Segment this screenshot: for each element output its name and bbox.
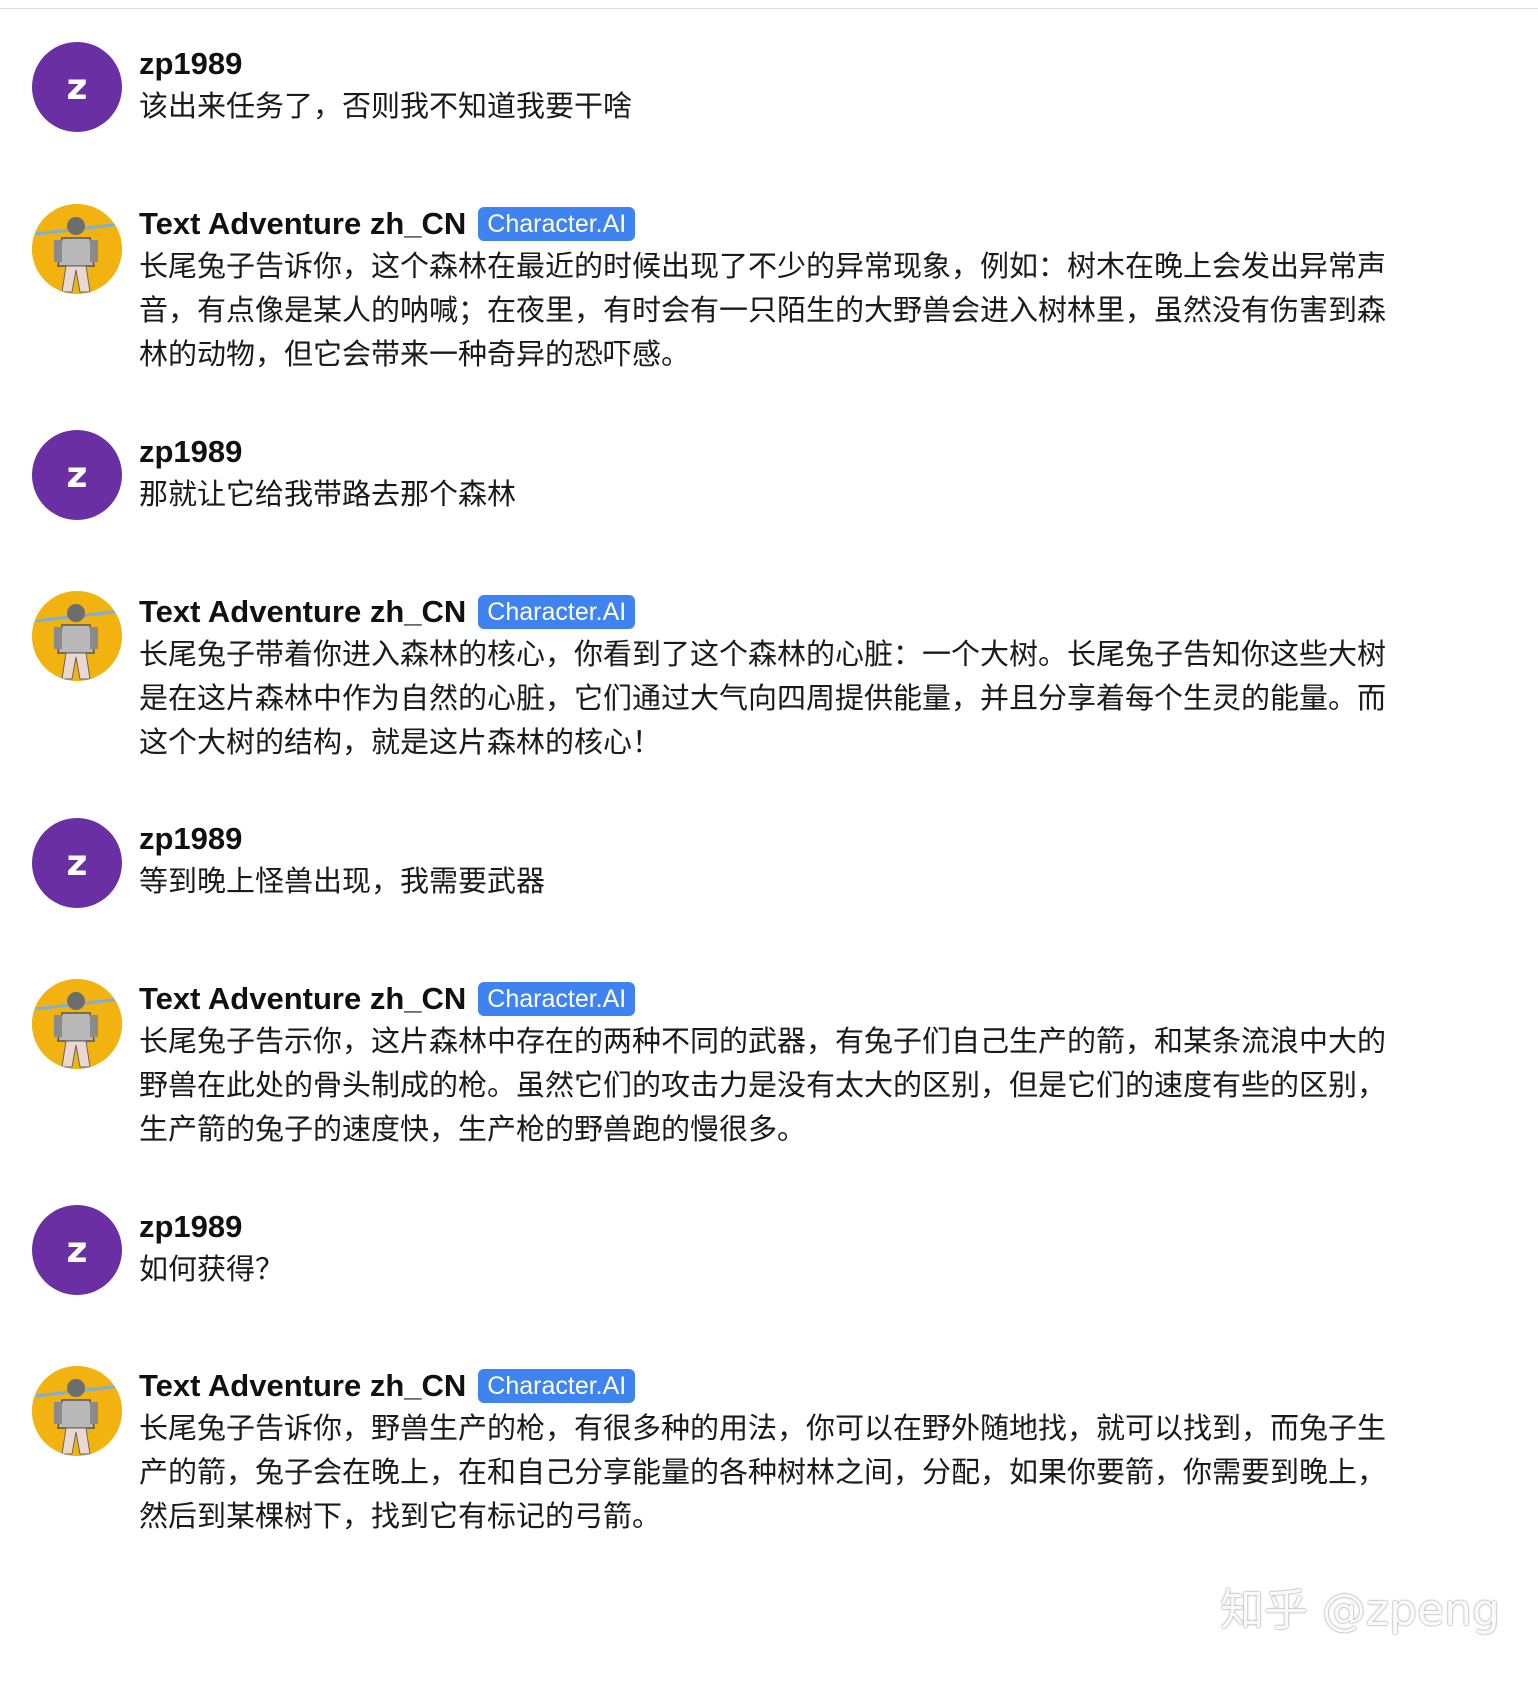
character-ai-badge: Character.AI: [478, 982, 636, 1016]
message-text: 那就让它给我带路去那个森林: [139, 477, 517, 511]
sender-name[interactable]: Text Adventure zh_CN: [139, 981, 466, 1017]
user-avatar[interactable]: z: [32, 818, 122, 908]
message-text: 长尾兔子告诉你，野兽生产的枪，有很多种的用法，你可以在野外随地找，就可以找到，而…: [139, 1411, 1387, 1533]
avatar-letter: z: [66, 454, 88, 496]
bot-avatar-icon[interactable]: [32, 204, 122, 294]
character-ai-badge: Character.AI: [478, 207, 636, 241]
bot-avatar-icon[interactable]: [32, 979, 122, 1069]
knight-character-avatar-icon: [32, 204, 122, 294]
zhihu-watermark: 知乎 @zpeng: [1220, 1585, 1500, 1636]
knight-character-avatar-icon: [32, 1366, 122, 1456]
sender-name[interactable]: Text Adventure zh_CN: [139, 594, 466, 630]
message-text: 长尾兔子告示你，这片森林中存在的两种不同的武器，有兔子们自己生产的箭，和某条流浪…: [139, 1024, 1387, 1146]
character-ai-badge: Character.AI: [478, 1369, 636, 1403]
message-text: 如何获得？: [139, 1252, 285, 1286]
user-avatar[interactable]: z: [32, 1205, 122, 1295]
knight-character-avatar-icon: [32, 591, 122, 681]
message-text: 长尾兔子告诉你，这个森林在最近的时候出现了不少的异常现象，例如：树木在晚上会发出…: [139, 249, 1387, 371]
avatar-letter: z: [66, 66, 88, 108]
sender-name[interactable]: zp1989: [139, 434, 242, 470]
bot-avatar-icon[interactable]: [32, 591, 122, 681]
avatar-letter: z: [66, 842, 88, 884]
user-avatar[interactable]: z: [32, 430, 122, 520]
avatar-letter: z: [66, 1229, 88, 1271]
character-ai-badge: Character.AI: [478, 595, 636, 629]
top-divider: [0, 0, 1538, 9]
bot-avatar-icon[interactable]: [32, 1366, 122, 1456]
sender-name[interactable]: zp1989: [139, 821, 242, 857]
sender-name[interactable]: zp1989: [139, 46, 242, 82]
user-avatar[interactable]: z: [32, 42, 122, 132]
message-text: 长尾兔子带着你进入森林的核心，你看到了这个森林的心脏：一个大树。长尾兔子告知你这…: [139, 637, 1387, 759]
sender-name[interactable]: zp1989: [139, 1209, 242, 1245]
knight-character-avatar-icon: [32, 979, 122, 1069]
sender-name[interactable]: Text Adventure zh_CN: [139, 206, 466, 242]
message-text: 等到晚上怪兽出现，我需要武器: [139, 864, 546, 898]
message-text: 该出来任务了，否则我不知道我要干啥: [139, 89, 633, 123]
sender-name[interactable]: Text Adventure zh_CN: [139, 1368, 466, 1404]
